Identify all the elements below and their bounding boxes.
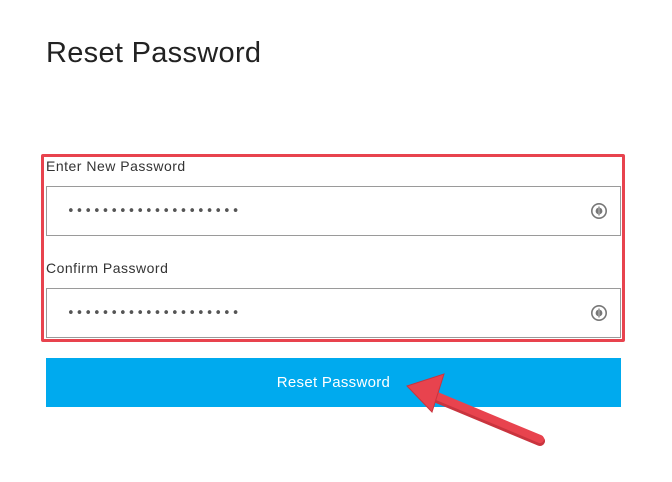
confirm-password-input[interactable]	[67, 289, 577, 337]
new-password-field-wrapper	[46, 186, 621, 236]
reset-password-page: Reset Password Enter New Password Confir…	[0, 0, 672, 482]
eye-toggle-icon[interactable]	[590, 304, 608, 322]
new-password-label: Enter New Password	[46, 158, 186, 174]
new-password-input[interactable]	[67, 187, 577, 235]
reset-password-button[interactable]: Reset Password	[46, 358, 621, 407]
confirm-password-field-wrapper	[46, 288, 621, 338]
confirm-password-label: Confirm Password	[46, 260, 169, 276]
page-title: Reset Password	[46, 37, 262, 69]
eye-toggle-icon[interactable]	[590, 202, 608, 220]
